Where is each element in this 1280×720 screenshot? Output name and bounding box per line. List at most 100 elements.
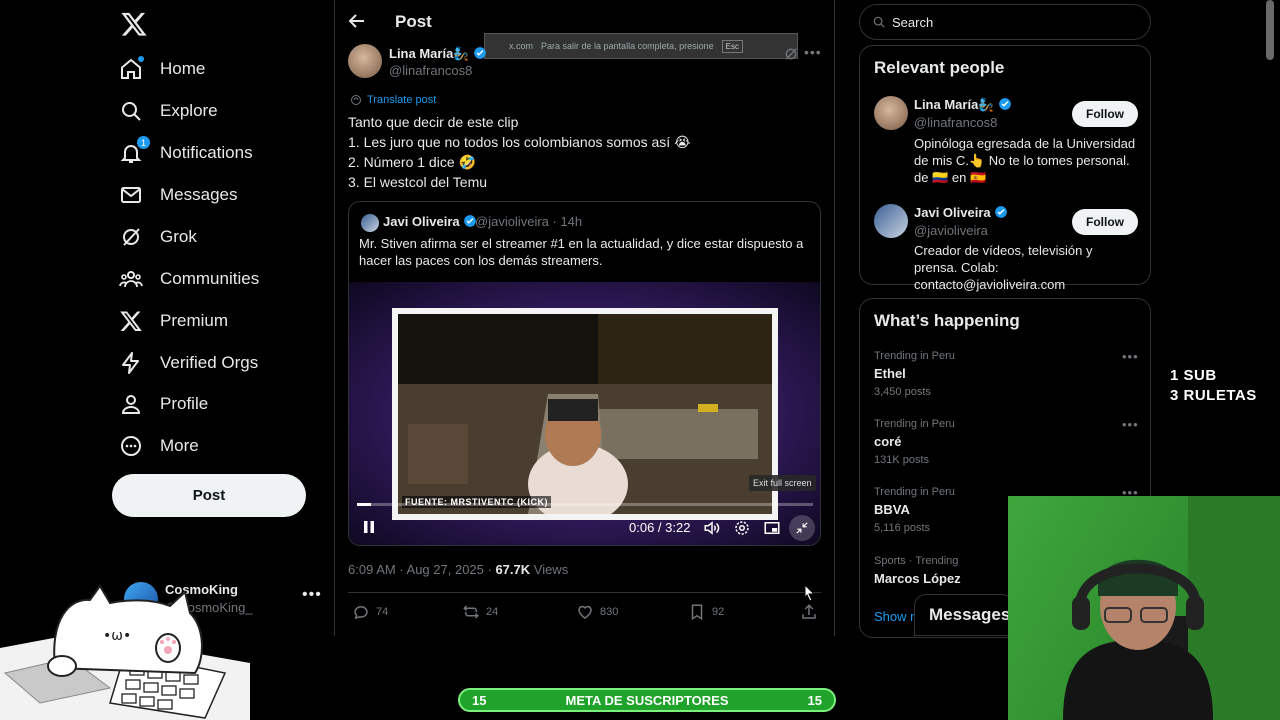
video-caption: FUENTE: MRSTIVENTC (KICK) <box>402 496 551 508</box>
person-handle: @javioliveira <box>914 223 988 238</box>
more-circle-icon <box>118 433 144 459</box>
video-time: 0:06 / 3:22 <box>629 520 691 535</box>
post-timestamp-text: 6:09 AM · Aug 27, 2025 · <box>348 562 496 577</box>
post-button[interactable]: Post <box>112 474 306 517</box>
mouse-cursor-icon <box>804 583 816 607</box>
quote-text: Mr. Stiven afirma ser el streamer #1 en … <box>359 236 804 268</box>
nav-notifications-label: Notifications <box>160 143 253 162</box>
trend-name[interactable]: Marcos López <box>874 571 961 586</box>
nav-verified-orgs[interactable]: Verified Orgs <box>118 345 258 381</box>
bell-icon: 1 <box>118 136 150 166</box>
trend-name[interactable]: Ethel <box>874 366 906 381</box>
trend-more-icon[interactable]: ••• <box>1122 417 1139 432</box>
author-handle[interactable]: @linafrancos8 <box>389 63 472 78</box>
envelope-icon <box>118 182 144 208</box>
nav-premium[interactable]: Premium <box>118 303 228 339</box>
translate-post-link[interactable]: Translate post <box>350 94 436 106</box>
nav-home[interactable]: Home <box>118 51 205 87</box>
lightning-icon <box>118 350 144 376</box>
person-name-text: Javi Oliveira <box>914 205 991 220</box>
nav-profile-label: Profile <box>160 394 209 413</box>
bookmark-count: 92 <box>712 606 725 618</box>
nav-home-label: Home <box>160 59 206 78</box>
exit-fullscreen-icon[interactable] <box>789 515 815 541</box>
sub-line-1: 1 SUB <box>1170 367 1217 384</box>
volume-icon[interactable] <box>703 519 721 537</box>
svg-text:•ω•: •ω• <box>103 628 131 644</box>
nav-communities[interactable]: Communities <box>118 261 259 297</box>
trend-name[interactable]: BBVA <box>874 502 910 517</box>
nav-verified-orgs-label: Verified Orgs <box>160 353 259 372</box>
more-icon[interactable]: ••• <box>302 586 322 604</box>
search-input[interactable]: Search <box>859 4 1151 40</box>
trend-more-icon[interactable]: ••• <box>1122 349 1139 364</box>
nav-premium-label: Premium <box>160 311 229 330</box>
reply-icon <box>354 606 368 620</box>
nav-grok[interactable]: Grok <box>118 219 197 255</box>
people-icon <box>118 266 144 292</box>
views-label: Views <box>530 562 569 577</box>
video-frame: FUENTE: MRSTIVENTC (KICK) <box>392 308 778 520</box>
bongo-cat-overlay: •ω• <box>0 578 250 720</box>
settings-gear-icon[interactable] <box>733 519 751 537</box>
quoted-post[interactable]: Javi Oliveira @javioliveira · 14h Mr. St… <box>348 201 821 546</box>
relevant-people-panel: Relevant people Lina María🧞 @linafrancos… <box>859 45 1151 292</box>
post-action-bar: 74 24 830 92 <box>348 592 821 632</box>
quote-author-name-text: Javi Oliveira <box>383 214 460 229</box>
person-name[interactable]: Javi Oliveira <box>914 205 1008 220</box>
exit-fullscreen-tooltip: Exit full screen <box>749 475 816 491</box>
relevant-people-title: Relevant people <box>874 58 1005 77</box>
search-placeholder: Search <box>892 14 934 30</box>
nav-more[interactable]: More <box>118 428 199 464</box>
grok-explain-icon[interactable] <box>783 46 799 62</box>
author-avatar[interactable] <box>348 44 382 78</box>
video-progress-bar[interactable] <box>357 503 813 506</box>
nav-explore[interactable]: Explore <box>118 93 218 129</box>
nav-messages[interactable]: Messages <box>118 177 237 213</box>
trend-meta: Trending in Peru <box>874 486 955 498</box>
fullscreen-notice: x.com Para salir de la pantalla completa… <box>484 33 798 59</box>
bookmark-button[interactable]: 92 <box>688 603 724 621</box>
heart-icon <box>578 605 592 619</box>
reply-button[interactable]: 74 <box>352 603 388 621</box>
follow-button[interactable]: Follow <box>1072 101 1138 127</box>
whats-happening-title: What’s happening <box>874 311 1020 330</box>
search-icon <box>873 16 885 28</box>
follow-button[interactable]: Follow <box>1072 209 1138 235</box>
messages-drawer[interactable]: Messages <box>914 594 1014 636</box>
pause-icon[interactable] <box>361 519 377 535</box>
back-arrow-icon[interactable] <box>348 12 366 30</box>
verified-icon <box>999 98 1011 110</box>
x-logo-icon[interactable] <box>120 10 148 38</box>
trend-meta: Trending in Peru <box>874 418 955 430</box>
avatar[interactable] <box>874 96 908 130</box>
video-scene-image <box>398 314 772 514</box>
avatar[interactable] <box>874 204 908 238</box>
author-name[interactable]: Lina María🧞 <box>389 46 487 62</box>
reply-count: 74 <box>376 606 389 618</box>
subscriber-goal-bar: 15 META DE SUSCRIPTORES 15 <box>458 688 836 712</box>
picture-in-picture-icon[interactable] <box>763 519 781 537</box>
verified-icon <box>995 206 1008 218</box>
page-scrollbar[interactable] <box>1266 0 1274 60</box>
nav-profile[interactable]: Profile <box>118 386 208 422</box>
repost-button[interactable]: 24 <box>462 603 498 621</box>
fullscreen-notice-text: Para salir de la pantalla completa, pres… <box>541 41 714 51</box>
home-icon <box>118 56 144 82</box>
verified-icon <box>474 47 486 59</box>
repost-count: 24 <box>486 606 499 618</box>
new-content-dot <box>138 56 144 62</box>
sub-line-2: 3 RULETAS <box>1170 387 1257 404</box>
grok-icon <box>118 224 144 250</box>
goal-left-count: 15 <box>472 692 487 708</box>
nav-notifications[interactable]: 1 Notifications <box>118 135 253 171</box>
video-player[interactable]: FUENTE: MRSTIVENTC (KICK) Exit full scre… <box>349 282 820 545</box>
person-icon <box>118 391 144 417</box>
trend-count: 3,450 posts <box>874 386 931 398</box>
post-more-icon[interactable]: ••• <box>804 44 822 60</box>
nav-more-label: More <box>160 436 199 455</box>
trend-name[interactable]: coré <box>874 434 901 449</box>
trend-count: 5,116 posts <box>874 522 931 534</box>
like-button[interactable]: 830 <box>576 603 618 621</box>
person-name[interactable]: Lina María🧞 <box>914 97 1012 113</box>
